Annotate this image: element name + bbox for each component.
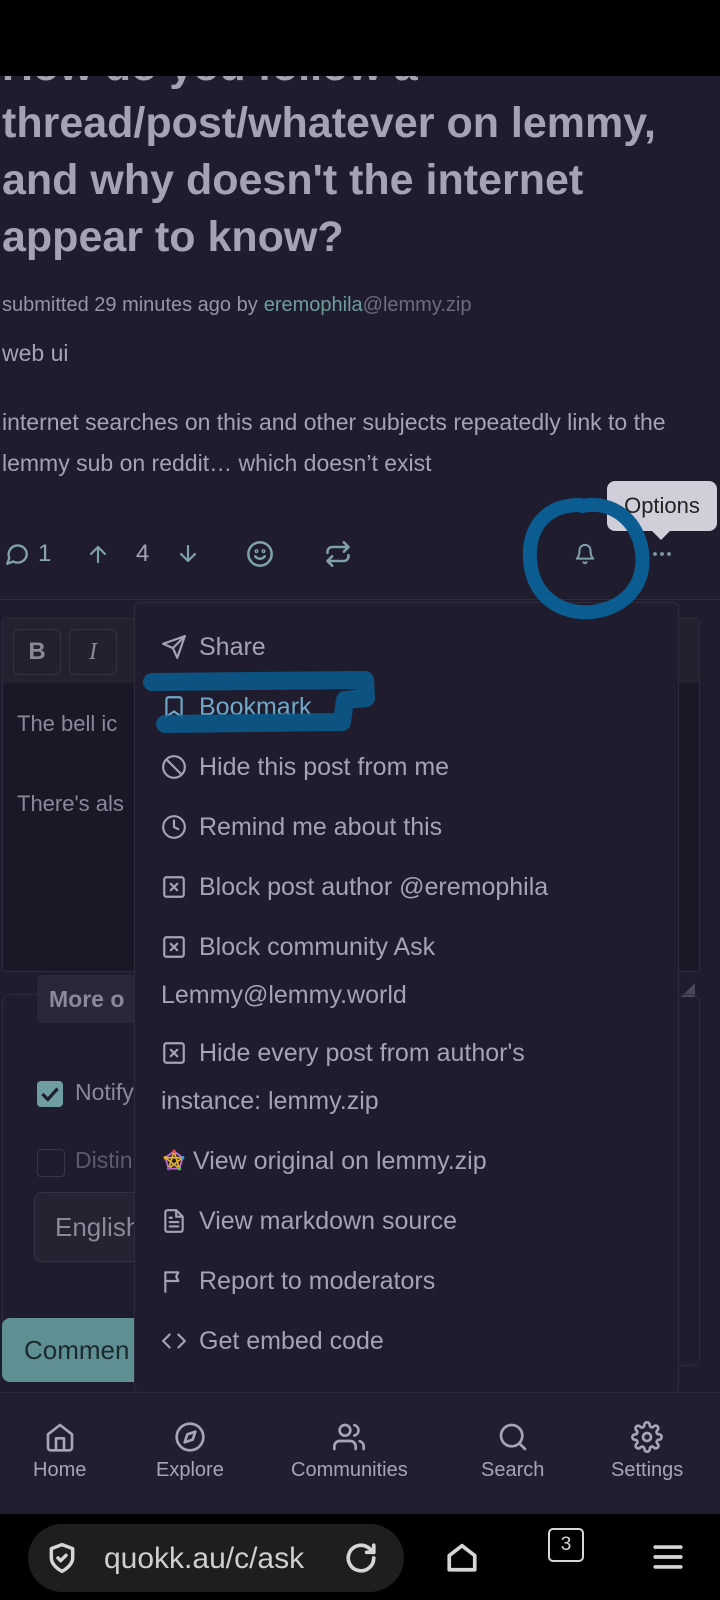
comments-button[interactable]: 1: [4, 536, 51, 572]
repeat-icon: [326, 541, 350, 567]
menu-item-block-author[interactable]: Block post author @eremophila: [161, 863, 661, 911]
post-body: internet searches on this and other subj…: [2, 409, 666, 476]
browser-toolbar: quokk.au/c/ask: [0, 1514, 720, 1600]
editor-line-1: The bell ic: [17, 711, 118, 736]
author-link[interactable]: eremophila: [264, 294, 363, 316]
distinguish-label: Distin: [75, 1147, 133, 1173]
distinguish-checkbox[interactable]: [37, 1149, 65, 1177]
editor-line-2: There's als: [17, 791, 124, 816]
menu-item-view-original[interactable]: View original on lemmy.zip: [161, 1137, 661, 1185]
x-square-icon: [163, 936, 185, 958]
notify-label: Notify: [75, 1079, 134, 1105]
arrow-up-icon: [89, 545, 107, 564]
comment-count: 1: [38, 540, 52, 567]
nav-communities[interactable]: Communities: [291, 1421, 408, 1482]
nav-home[interactable]: Home: [33, 1421, 86, 1482]
divider: [0, 599, 720, 600]
status-bar: [0, 0, 720, 76]
downvote-button[interactable]: [176, 536, 200, 572]
post-title[interactable]: How do you follow a thread/post/whatever…: [2, 76, 702, 266]
ban-icon: [162, 755, 186, 779]
upvote-button[interactable]: [86, 536, 110, 572]
arrow-down-icon: [179, 544, 197, 563]
menu-icon[interactable]: [651, 1540, 685, 1574]
shield-check-icon: [49, 1542, 75, 1574]
menu-item-embed-code[interactable]: Get embed code: [161, 1317, 661, 1365]
compass-icon: [175, 1422, 205, 1452]
search-icon: [499, 1423, 527, 1451]
check-icon: [41, 1087, 59, 1102]
menu-item-hide-instance[interactable]: Hide every post from author's instance: l…: [161, 1029, 661, 1125]
score: 4: [136, 540, 150, 567]
clock-icon: [162, 815, 186, 839]
send-icon: [162, 635, 186, 659]
file-text-icon: [164, 1209, 184, 1233]
tab-count-button[interactable]: 3: [548, 1528, 584, 1562]
code-icon: [162, 1333, 186, 1349]
crosspost-button[interactable]: [324, 536, 352, 572]
menu-item-block-community[interactable]: Block community Ask Lemmy@lemmy.world: [161, 923, 661, 1019]
post-content: How do you follow a thread/post/whatever…: [0, 76, 720, 1392]
notify-checkbox[interactable]: [37, 1081, 63, 1107]
users-icon: [333, 1423, 366, 1451]
post-meta-prefix: submitted 29 minutes ago by: [2, 294, 258, 316]
post-flair: web ui: [2, 340, 69, 366]
url-bar[interactable]: quokk.au/c/ask: [28, 1524, 404, 1592]
nav-explore[interactable]: Explore: [156, 1421, 224, 1482]
menu-item-remind[interactable]: Remind me about this: [161, 803, 661, 851]
nav-search[interactable]: Search: [481, 1421, 544, 1482]
emoji-reaction-button[interactable]: [246, 536, 274, 572]
bookmark-icon: [165, 696, 183, 718]
comment-icon: [6, 544, 28, 565]
url-text: quokk.au/c/ask: [104, 1542, 305, 1575]
bottom-navigation: Home Explore Communities Search Settings: [0, 1392, 720, 1515]
options-button[interactable]: [650, 536, 674, 572]
home-icon: [46, 1423, 74, 1452]
x-square-icon: [163, 876, 185, 898]
italic-button[interactable]: I: [69, 629, 117, 675]
menu-item-markdown-source[interactable]: View markdown source: [161, 1197, 661, 1245]
more-horizontal-icon: [653, 552, 671, 556]
x-square-icon: [163, 1042, 185, 1064]
author-instance[interactable]: @lemmy.zip: [363, 294, 472, 316]
post-meta: submitted 29 minutes ago by eremophila@le…: [2, 294, 471, 317]
home-icon[interactable]: [445, 1540, 479, 1574]
menu-item-bookmark[interactable]: Bookmark: [161, 683, 661, 731]
smiley-icon: [247, 541, 273, 567]
flag-icon: [164, 1271, 180, 1293]
menu-item-share[interactable]: Share: [161, 623, 661, 671]
reload-icon[interactable]: [344, 1541, 378, 1575]
options-tooltip: Options: [607, 481, 717, 540]
menu-item-hide-post[interactable]: Hide this post from me: [161, 743, 661, 791]
fediverse-icon: [163, 1149, 185, 1171]
post-actions: 1 4: [0, 526, 720, 582]
menu-item-report[interactable]: Report to moderators: [161, 1257, 661, 1305]
bell-icon: [575, 543, 595, 565]
nav-settings[interactable]: Settings: [611, 1421, 683, 1482]
bold-button[interactable]: B: [13, 629, 61, 675]
notification-bell-button[interactable]: [574, 536, 596, 572]
gear-icon: [631, 1421, 664, 1453]
options-menu: Share Bookmark Hide this post from me Re…: [134, 602, 679, 1392]
